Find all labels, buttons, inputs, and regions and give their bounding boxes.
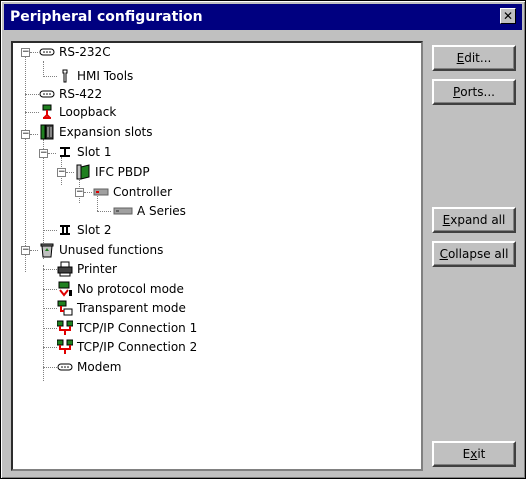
recycle-bin-icon: [39, 242, 55, 258]
tree-line: [25, 112, 39, 113]
network-icon: [56, 339, 74, 355]
close-icon: ✕: [502, 9, 514, 23]
dialog-window: Peripheral configuration ✕ − − − − − − R…: [0, 0, 526, 479]
exit-label-start: E: [462, 447, 471, 461]
plc-icon: [113, 203, 133, 219]
edit-mnemonic: E: [456, 51, 465, 65]
tree-line: [43, 265, 44, 381]
controller-icon: [93, 184, 109, 200]
tree-item-label: Expansion slots: [59, 125, 153, 139]
tree-item-label: Loopback: [59, 105, 117, 119]
tree-item-label: No protocol mode: [77, 282, 184, 296]
tree-line: [30, 134, 38, 135]
tree-item-controller[interactable]: Controller: [93, 183, 172, 201]
tree-item-modem[interactable]: Modem: [57, 358, 121, 376]
tree-line: [48, 153, 56, 154]
collapse-toggle[interactable]: −: [57, 168, 66, 177]
slot-icon: [57, 222, 73, 238]
tree-item-label: Printer: [77, 262, 117, 276]
collapse-all-button[interactable]: Collapse all: [432, 241, 516, 267]
tree-line: [97, 211, 111, 212]
tree-item-slot1[interactable]: Slot 1: [57, 143, 111, 161]
tree-line: [43, 289, 57, 290]
tree-line: [43, 308, 57, 309]
peripheral-tree[interactable]: − − − − − − RS-232C HMI Tools RS-422 Loo…: [11, 41, 423, 471]
tree-line: [43, 61, 44, 77]
tree-line: [66, 172, 74, 173]
edit-label: dit...: [464, 51, 492, 65]
wrench-icon: [57, 68, 73, 84]
tree-line: [25, 94, 39, 95]
expansion-card-icon: [39, 124, 55, 140]
tree-item-ifc-pbdp[interactable]: IFC PBDP: [75, 163, 150, 181]
tree-item-rs232c[interactable]: RS-232C: [39, 43, 111, 61]
expand-label: xpand all: [450, 213, 506, 227]
tree-item-label: Modem: [77, 360, 122, 374]
tree-line: [30, 52, 38, 53]
collapse-toggle[interactable]: −: [21, 48, 30, 57]
collapse-toggle[interactable]: −: [75, 188, 84, 197]
tree-item-label: Unused functions: [59, 243, 164, 257]
slot-icon: [57, 144, 73, 160]
tree-line: [43, 269, 57, 270]
tree-item-label: Slot 1: [77, 145, 112, 159]
transparent-icon: [57, 300, 73, 316]
tree-line: [30, 250, 38, 251]
tree-item-label: RS-422: [59, 87, 103, 101]
tree-item-label: TCP/IP Connection 1: [77, 321, 198, 335]
tree-item-loopback[interactable]: Loopback: [39, 103, 116, 121]
expand-mnemonic: E: [442, 213, 451, 227]
edit-button[interactable]: Edit...: [432, 45, 516, 71]
serial-port-icon: [39, 44, 55, 60]
tree-item-hmi-tools[interactable]: HMI Tools: [57, 67, 133, 85]
collapse-label: ollapse all: [447, 247, 509, 261]
tree-item-label: IFC PBDP: [95, 165, 150, 179]
tree-item-unused-functions[interactable]: Unused functions: [39, 241, 163, 259]
printer-icon: [57, 261, 73, 277]
exit-label-end: it: [477, 447, 486, 461]
tree-line: [84, 192, 92, 193]
tree-item-printer[interactable]: Printer: [57, 260, 117, 278]
modem-icon: [57, 359, 73, 375]
tree-line: [43, 230, 57, 231]
card-icon: [75, 164, 91, 180]
ports-label: orts...: [460, 85, 495, 99]
tree-item-no-protocol-mode[interactable]: No protocol mode: [57, 280, 184, 298]
network-icon: [56, 320, 74, 336]
tree-item-expansion-slots[interactable]: Expansion slots: [39, 123, 153, 141]
exit-mnemonic: x: [470, 447, 478, 461]
tree-line: [25, 52, 26, 272]
tree-item-rs422[interactable]: RS-422: [39, 85, 102, 103]
expand-all-button[interactable]: Expand all: [432, 207, 516, 233]
tree-line: [43, 367, 57, 368]
tree-line: [43, 328, 57, 329]
window-title: Peripheral configuration: [10, 9, 203, 25]
terminal-icon: [57, 281, 73, 297]
collapse-mnemonic: C: [439, 247, 448, 261]
tree-item-label: A Series: [137, 204, 186, 218]
tree-item-label: HMI Tools: [77, 69, 134, 83]
tree-item-a-series[interactable]: A Series: [113, 202, 186, 220]
collapse-toggle[interactable]: −: [21, 130, 30, 139]
ports-mnemonic: P: [453, 85, 461, 99]
ports-button[interactable]: Ports...: [432, 79, 516, 105]
tree-item-label: Slot 2: [77, 223, 112, 237]
collapse-toggle[interactable]: −: [21, 246, 30, 255]
serial-port-icon: [39, 86, 55, 102]
tree-item-slot2[interactable]: Slot 2: [57, 221, 111, 239]
collapse-toggle[interactable]: −: [39, 149, 48, 158]
tree-line: [43, 347, 57, 348]
tree-item-label: Controller: [113, 185, 173, 199]
loopback-icon: [39, 104, 55, 120]
tree-item-label: TCP/IP Connection 2: [77, 340, 198, 354]
tree-line: [43, 76, 57, 77]
tree-item-tcpip1[interactable]: TCP/IP Connection 1: [56, 319, 198, 337]
tree-item-tcpip2[interactable]: TCP/IP Connection 2: [56, 338, 198, 356]
title-bar[interactable]: Peripheral configuration ✕: [4, 4, 522, 30]
tree-item-label: Transparent mode: [77, 301, 186, 315]
tree-item-label: RS-232C: [59, 45, 111, 59]
close-button[interactable]: ✕: [500, 8, 516, 24]
tree-item-transparent-mode[interactable]: Transparent mode: [57, 299, 186, 317]
exit-button[interactable]: Ex it: [432, 441, 516, 467]
